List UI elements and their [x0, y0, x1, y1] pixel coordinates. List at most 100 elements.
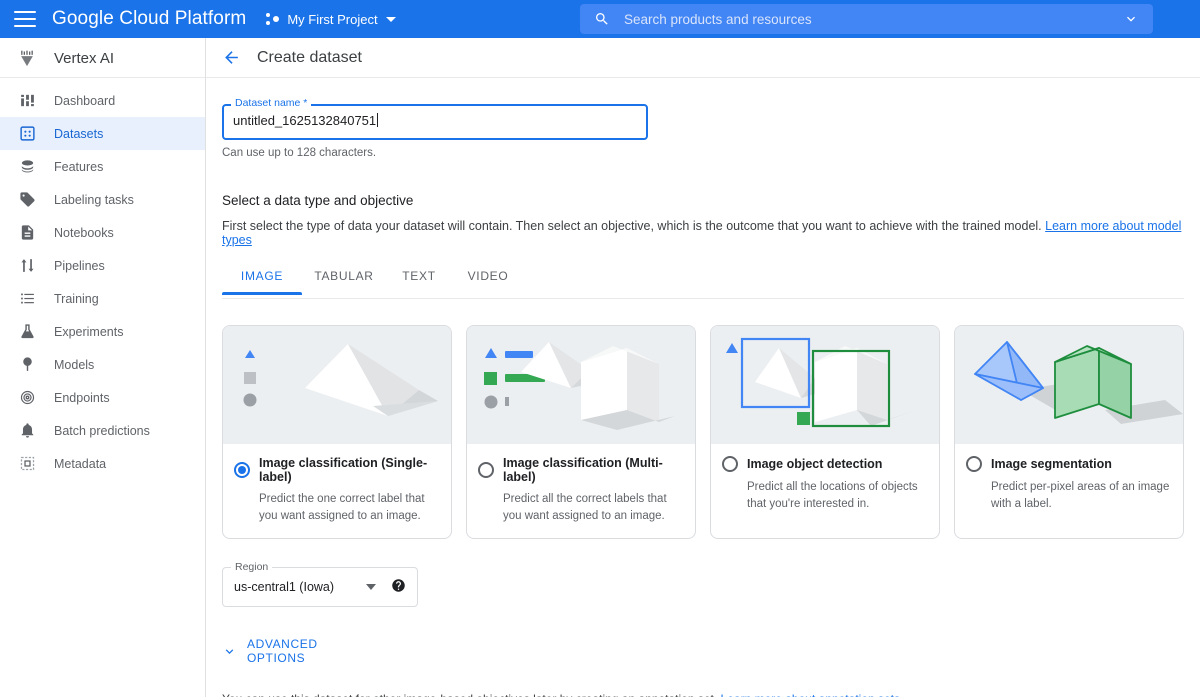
- sidebar-item-models[interactable]: Models: [0, 348, 205, 381]
- tab-tabular[interactable]: TABULAR: [302, 265, 386, 294]
- metadata-square-icon: [14, 455, 40, 472]
- chevron-down-icon: [222, 644, 237, 659]
- radio-multi-label[interactable]: [478, 462, 494, 478]
- card-description: Predict all the correct labels that you …: [503, 491, 682, 524]
- features-layers-icon: [14, 158, 40, 175]
- product-title: Vertex AI: [54, 50, 114, 67]
- sidebar-item-training[interactable]: Training: [0, 282, 205, 315]
- dataset-name-value-wrap: untitled_1625132840751: [233, 113, 378, 128]
- top-app-bar: Google Cloud Platform My First Project S…: [0, 0, 1200, 38]
- section-description-text: First select the type of data your datas…: [222, 219, 1042, 233]
- training-list-icon: [14, 290, 40, 307]
- sidebar: Vertex AI Dashboard Datasets Features L: [0, 38, 206, 697]
- sidebar-item-label: Datasets: [54, 127, 103, 141]
- card-illustration-pyramid: [223, 326, 451, 444]
- objective-card-single-label[interactable]: Image classification (Single-label) Pred…: [222, 325, 452, 539]
- objective-card-object-detection[interactable]: Image object detection Predict all the l…: [710, 325, 940, 539]
- data-type-tabs: IMAGE TABULAR TEXT VIDEO: [222, 265, 1184, 299]
- hamburger-icon[interactable]: [14, 11, 36, 27]
- sidebar-item-label: Batch predictions: [54, 424, 150, 438]
- dataset-name-field[interactable]: Dataset name * untitled_1625132840751: [222, 104, 648, 140]
- project-name: My First Project: [287, 12, 377, 27]
- objective-card-segmentation[interactable]: Image segmentation Predict per-pixel are…: [954, 325, 1184, 539]
- sidebar-item-dashboard[interactable]: Dashboard: [0, 84, 205, 117]
- advanced-options-label: ADVANCED OPTIONS: [247, 637, 367, 665]
- tab-image[interactable]: IMAGE: [222, 265, 302, 294]
- sidebar-item-notebooks[interactable]: Notebooks: [0, 216, 205, 249]
- card-footer: Image classification (Multi-label) Predi…: [467, 444, 695, 538]
- card-description: Predict the one correct label that you w…: [259, 491, 438, 524]
- sidebar-item-label: Pipelines: [54, 259, 105, 273]
- dataset-name-value: untitled_1625132840751: [233, 113, 376, 128]
- radio-single-label[interactable]: [234, 462, 250, 478]
- label-tag-icon: [14, 191, 40, 208]
- objective-card-multi-label[interactable]: Image classification (Multi-label) Predi…: [466, 325, 696, 539]
- card-option-row[interactable]: Image classification (Multi-label): [478, 456, 682, 484]
- project-dots-icon: [266, 12, 280, 26]
- card-option-row[interactable]: Image classification (Single-label): [234, 456, 438, 484]
- sidebar-item-experiments[interactable]: Experiments: [0, 315, 205, 348]
- card-description: Predict per-pixel areas of an image with…: [991, 479, 1170, 512]
- pipelines-arrows-icon: [14, 257, 40, 274]
- annotation-set-note-text: You can use this dataset for other image…: [222, 692, 717, 697]
- objective-card-list: Image classification (Single-label) Pred…: [222, 325, 1184, 539]
- sidebar-item-label: Experiments: [54, 325, 123, 339]
- region-select[interactable]: Region us-central1 (Iowa): [222, 567, 418, 607]
- dashboard-icon: [14, 92, 40, 109]
- advanced-options-toggle[interactable]: ADVANCED OPTIONS: [222, 637, 367, 665]
- gcp-brand-logo[interactable]: Google Cloud Platform: [52, 8, 246, 30]
- card-label: Image classification (Single-label): [259, 456, 438, 484]
- card-label: Image object detection: [747, 457, 882, 471]
- page-title: Create dataset: [257, 49, 362, 67]
- sidebar-item-label: Labeling tasks: [54, 193, 134, 207]
- sidebar-item-label: Notebooks: [54, 226, 114, 240]
- bell-icon: [14, 422, 40, 439]
- card-illustration-colored-shapes: [955, 326, 1183, 444]
- card-option-row[interactable]: Image object detection: [722, 456, 926, 472]
- sidebar-item-label: Endpoints: [54, 391, 110, 405]
- region-value: us-central1 (Iowa): [234, 580, 334, 594]
- text-cursor: [377, 113, 378, 127]
- radio-segmentation[interactable]: [966, 456, 982, 472]
- card-footer: Image classification (Single-label) Pred…: [223, 444, 451, 538]
- card-illustration-bounding-boxes: [711, 326, 939, 444]
- section-title: Select a data type and objective: [222, 193, 1184, 208]
- search-input[interactable]: Search products and resources: [580, 4, 1153, 34]
- sidebar-item-pipelines[interactable]: Pipelines: [0, 249, 205, 282]
- dataset-name-hint: Can use up to 128 characters.: [222, 147, 1184, 159]
- sidebar-nav-list: Dashboard Datasets Features Labeling tas…: [0, 78, 205, 480]
- tab-text[interactable]: TEXT: [386, 265, 452, 294]
- radio-object-detection[interactable]: [722, 456, 738, 472]
- experiments-flask-icon: [14, 323, 40, 340]
- card-footer: Image segmentation Predict per-pixel are…: [955, 444, 1183, 526]
- main-content: Create dataset Dataset name * untitled_1…: [206, 38, 1200, 697]
- dataset-name-label: Dataset name *: [231, 97, 311, 109]
- learn-more-annotation-sets-link[interactable]: Learn more about annotation sets: [721, 692, 900, 697]
- models-pin-icon: [14, 356, 40, 373]
- datasets-grid-icon: [14, 125, 40, 142]
- sidebar-item-batch-predictions[interactable]: Batch predictions: [0, 414, 205, 447]
- notebook-page-icon: [14, 224, 40, 241]
- sidebar-item-labeling-tasks[interactable]: Labeling tasks: [0, 183, 205, 216]
- chevron-down-icon[interactable]: [366, 584, 376, 590]
- project-selector[interactable]: My First Project: [266, 12, 395, 27]
- sidebar-item-label: Features: [54, 160, 103, 174]
- chevron-down-icon[interactable]: [1123, 11, 1139, 27]
- sidebar-item-metadata[interactable]: Metadata: [0, 447, 205, 480]
- sidebar-item-features[interactable]: Features: [0, 150, 205, 183]
- sidebar-product-header: Vertex AI: [0, 38, 205, 78]
- section-description: First select the type of data your datas…: [222, 219, 1184, 247]
- card-description: Predict all the locations of objects tha…: [747, 479, 926, 512]
- sidebar-item-label: Models: [54, 358, 94, 372]
- page-header: Create dataset: [206, 38, 1200, 78]
- tab-video[interactable]: VIDEO: [452, 265, 524, 294]
- sidebar-item-datasets[interactable]: Datasets: [0, 117, 205, 150]
- sidebar-item-endpoints[interactable]: Endpoints: [0, 381, 205, 414]
- endpoints-target-icon: [14, 389, 40, 406]
- card-label: Image classification (Multi-label): [503, 456, 682, 484]
- card-label: Image segmentation: [991, 457, 1112, 471]
- card-option-row[interactable]: Image segmentation: [966, 456, 1170, 472]
- back-arrow-icon[interactable]: [222, 48, 241, 67]
- card-illustration-pyramid-cube: [467, 326, 695, 444]
- help-circle-icon[interactable]: [391, 578, 406, 598]
